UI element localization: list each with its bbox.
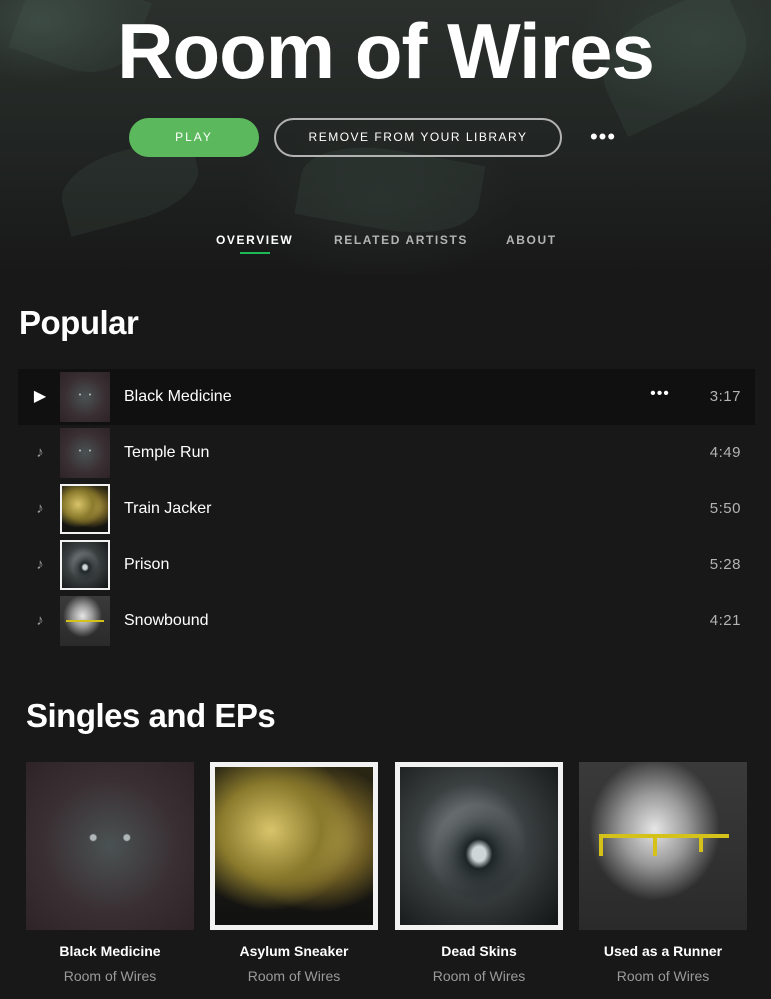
track-title[interactable]: Prison [124, 537, 169, 593]
track-album-art [60, 372, 110, 422]
track-title[interactable]: Snowbound [124, 593, 209, 649]
album-cover[interactable] [26, 762, 194, 930]
album-card[interactable]: Dead Skins Room of Wires [395, 762, 563, 992]
track-album-art [60, 484, 110, 534]
track-duration: 4:21 [709, 612, 741, 629]
album-artist[interactable]: Room of Wires [579, 968, 747, 984]
album-card[interactable]: Asylum Sneaker Room of Wires [210, 762, 378, 992]
remove-from-library-button[interactable]: REMOVE FROM YOUR LIBRARY [274, 118, 562, 157]
track-title[interactable]: Black Medicine [124, 369, 232, 425]
play-icon[interactable]: ▶ [28, 369, 52, 425]
art-stripe [599, 834, 603, 856]
popular-heading: Popular [19, 304, 139, 341]
music-note-icon: ♪ [36, 612, 44, 629]
album-cover[interactable] [395, 762, 563, 930]
track-row[interactable]: ♪ Prison 5:28 [18, 537, 755, 593]
album-card[interactable]: Used as a Runner Room of Wires [579, 762, 747, 992]
track-album-art [60, 596, 110, 646]
art-stripe [66, 620, 104, 622]
track-more-button[interactable]: ••• [648, 369, 672, 419]
track-duration: 4:49 [709, 444, 741, 461]
track-row[interactable]: ▶ Black Medicine ••• 3:17 [18, 369, 755, 425]
track-title[interactable]: Train Jacker [124, 481, 211, 537]
tab-about[interactable]: ABOUT [506, 233, 557, 247]
tab-related-artists[interactable]: RELATED ARTISTS [334, 233, 468, 247]
track-duration: 5:50 [709, 500, 741, 517]
tab-overview[interactable]: OVERVIEW [216, 233, 293, 247]
art-stripe [599, 834, 729, 838]
active-tab-indicator [240, 252, 270, 254]
track-row[interactable]: ♪ Temple Run 4:49 [18, 425, 755, 481]
track-row[interactable]: ♪ Train Jacker 5:50 [18, 481, 755, 537]
track-title[interactable]: Temple Run [124, 425, 209, 481]
track-duration: 5:28 [709, 556, 741, 573]
album-artist[interactable]: Room of Wires [395, 968, 563, 984]
play-button[interactable]: PLAY [129, 118, 259, 157]
album-artist[interactable]: Room of Wires [210, 968, 378, 984]
album-cover[interactable] [210, 762, 378, 930]
album-cover[interactable] [579, 762, 747, 930]
music-note-icon: ♪ [36, 500, 44, 517]
album-title[interactable]: Used as a Runner [579, 943, 747, 959]
art-stripe [653, 834, 657, 856]
art-stripe [699, 834, 703, 852]
album-artist[interactable]: Room of Wires [26, 968, 194, 984]
album-title[interactable]: Dead Skins [395, 943, 563, 959]
track-row[interactable]: ♪ Snowbound 4:21 [18, 593, 755, 649]
more-options-button[interactable]: ••• [586, 122, 620, 152]
album-title[interactable]: Asylum Sneaker [210, 943, 378, 959]
artist-tabs: OVERVIEW RELATED ARTISTS ABOUT [0, 233, 771, 263]
track-album-art [60, 540, 110, 590]
album-title[interactable]: Black Medicine [26, 943, 194, 959]
artist-name: Room of Wires [117, 7, 655, 95]
music-note-icon: ♪ [36, 444, 44, 461]
track-album-art [60, 428, 110, 478]
singles-heading: Singles and EPs [26, 697, 276, 734]
music-note-icon: ♪ [36, 556, 44, 573]
track-duration: 3:17 [709, 388, 741, 405]
album-card[interactable]: Black Medicine Room of Wires [26, 762, 194, 992]
